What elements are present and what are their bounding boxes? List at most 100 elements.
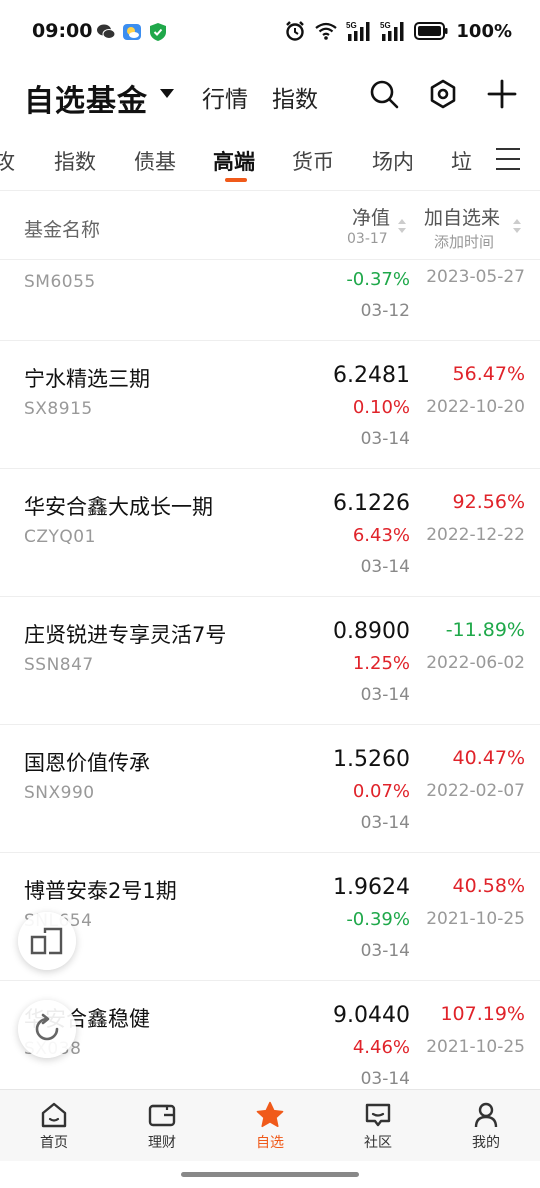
tab-partial-right[interactable]: 垃 <box>451 146 472 176</box>
nav-date: 03-12 <box>360 301 410 321</box>
star-icon <box>256 1101 284 1128</box>
weather-icon <box>123 24 141 40</box>
battery-icon <box>414 22 448 40</box>
home-icon <box>41 1102 67 1128</box>
nav-home[interactable]: 首页 <box>0 1100 108 1152</box>
fund-row[interactable]: 华安合鑫大成长一期 CZYQ01 6.1226 6.43% 03-14 92.5… <box>0 469 540 597</box>
fund-code: SM6055 <box>24 272 96 292</box>
nav-wealth[interactable]: 理财 <box>108 1100 216 1152</box>
nav-change: 0.10% <box>352 397 410 418</box>
nav-change: 6.43% <box>352 525 410 546</box>
fund-name: 庄贤锐进专享灵活7号 <box>24 623 227 647</box>
added-date: 2021-10-25 <box>426 1037 525 1057</box>
nav-date: 03-14 <box>360 1069 410 1089</box>
category-tabs: 攻 指数 债基 高端 货币 场内 垃 <box>0 136 540 188</box>
page-title[interactable]: 自选基金 <box>24 76 148 120</box>
fund-row[interactable]: SM6055 -0.37% 03-12 2023-05-27 <box>0 261 540 341</box>
link-index[interactable]: 指数 <box>272 80 318 114</box>
added-date: 2022-12-22 <box>426 525 525 545</box>
fund-list: SM6055 -0.37% 03-12 2023-05-27 宁水精选三期 SX… <box>0 261 540 1089</box>
search-button[interactable] <box>366 76 402 112</box>
nav-change: -0.37% <box>346 269 410 290</box>
nav-value: 0.8900 <box>333 619 410 644</box>
status-bar: 09:00 5G 5G 100% <box>0 0 540 64</box>
nav-label: 社区 <box>364 1135 392 1151</box>
active-tab-indicator <box>225 178 247 182</box>
floating-refresh-button[interactable] <box>18 1000 76 1058</box>
tab-partial-left[interactable]: 攻 <box>0 146 15 176</box>
tab-money[interactable]: 货币 <box>292 146 334 176</box>
return-since-added: 56.47% <box>452 363 525 385</box>
column-fund-name: 基金名称 <box>24 219 101 241</box>
chevron-down-icon[interactable] <box>160 89 174 98</box>
nav-profile[interactable]: 我的 <box>432 1100 540 1152</box>
fund-row[interactable]: 庄贤锐进专享灵活7号 SSN847 0.8900 1.25% 03-14 -11… <box>0 597 540 725</box>
nav-label: 首页 <box>40 1135 68 1151</box>
tab-high-end[interactable]: 高端 <box>213 146 255 176</box>
column-added-time: 添加时间 <box>434 233 495 251</box>
added-date: 2023-05-27 <box>426 267 525 287</box>
status-time: 09:00 <box>32 20 93 42</box>
fund-code: SX8915 <box>24 399 93 419</box>
nav-community[interactable]: 社区 <box>324 1100 432 1152</box>
add-icon <box>487 79 517 109</box>
nav-date: 03-14 <box>360 941 410 961</box>
settings-button[interactable] <box>425 76 461 112</box>
fund-name: 华安合鑫大成长一期 <box>24 495 213 519</box>
fund-code: CZYQ01 <box>24 527 96 547</box>
sort-icon[interactable] <box>512 217 522 235</box>
add-button[interactable] <box>484 76 520 112</box>
profile-icon <box>474 1102 498 1128</box>
svg-text:5G: 5G <box>346 21 357 30</box>
return-since-added: 92.56% <box>452 491 525 513</box>
chat-icon <box>365 1103 391 1127</box>
return-since-added: 40.47% <box>452 747 525 769</box>
column-nav-date: 03-17 <box>347 231 388 247</box>
refresh-icon <box>35 1013 59 1041</box>
nav-watchlist[interactable]: 自选 <box>216 1100 324 1152</box>
wechat-icon <box>97 24 116 39</box>
nav-change: 1.25% <box>352 653 410 674</box>
tab-bond[interactable]: 债基 <box>134 146 176 176</box>
nav-value: 1.5260 <box>333 747 410 772</box>
nav-date: 03-14 <box>360 813 410 833</box>
menu-icon[interactable] <box>496 148 526 174</box>
column-header: 基金名称 净值 03-17 加自选来 添加时间 <box>0 190 540 260</box>
wallet-icon <box>148 1104 176 1127</box>
fund-row[interactable]: 华安合鑫稳健 SX038 9.0440 4.46% 03-14 107.19% … <box>0 981 540 1089</box>
shield-icon <box>150 23 166 41</box>
link-market[interactable]: 行情 <box>202 80 248 114</box>
fund-name: 博普安泰2号1期 <box>24 879 177 903</box>
home-indicator[interactable] <box>181 1172 359 1177</box>
fund-row[interactable]: 博普安泰2号1期 SNL654 1.9624 -0.39% 03-14 40.5… <box>0 853 540 981</box>
column-added-return[interactable]: 加自选来 <box>424 203 500 230</box>
fund-row[interactable]: 宁水精选三期 SX8915 6.2481 0.10% 03-14 56.47% … <box>0 341 540 469</box>
tab-exchange[interactable]: 场内 <box>372 146 414 176</box>
column-nav[interactable]: 净值 <box>352 203 390 230</box>
nav-change: 0.07% <box>352 781 410 802</box>
sort-icon[interactable] <box>397 217 407 235</box>
added-date: 2021-10-25 <box>426 909 525 929</box>
svg-text:5G: 5G <box>380 21 391 30</box>
return-since-added: 40.58% <box>452 875 525 897</box>
fund-row[interactable]: 国恩价值传承 SNX990 1.5260 0.07% 03-14 40.47% … <box>0 725 540 853</box>
nav-value: 6.1226 <box>333 491 410 516</box>
nav-label: 理财 <box>148 1135 176 1151</box>
wifi-icon <box>315 22 338 40</box>
floating-window-button[interactable] <box>18 912 76 970</box>
return-since-added: -11.89% <box>445 619 525 641</box>
added-date: 2022-06-02 <box>426 653 525 673</box>
signal-5g-icon: 5G <box>380 21 404 41</box>
signal-5g-icon: 5G <box>346 21 370 41</box>
alarm-icon <box>286 21 305 41</box>
battery-level: 100% <box>456 20 512 42</box>
nav-label: 自选 <box>256 1135 284 1151</box>
fund-name: 宁水精选三期 <box>24 367 150 391</box>
return-since-added: 107.19% <box>440 1003 525 1025</box>
nav-value: 9.0440 <box>333 1003 410 1028</box>
added-date: 2022-02-07 <box>426 781 525 801</box>
tab-index[interactable]: 指数 <box>54 146 96 176</box>
nav-change: -0.39% <box>346 909 410 930</box>
nav-date: 03-14 <box>360 557 410 577</box>
fund-code: SSN847 <box>24 655 94 675</box>
